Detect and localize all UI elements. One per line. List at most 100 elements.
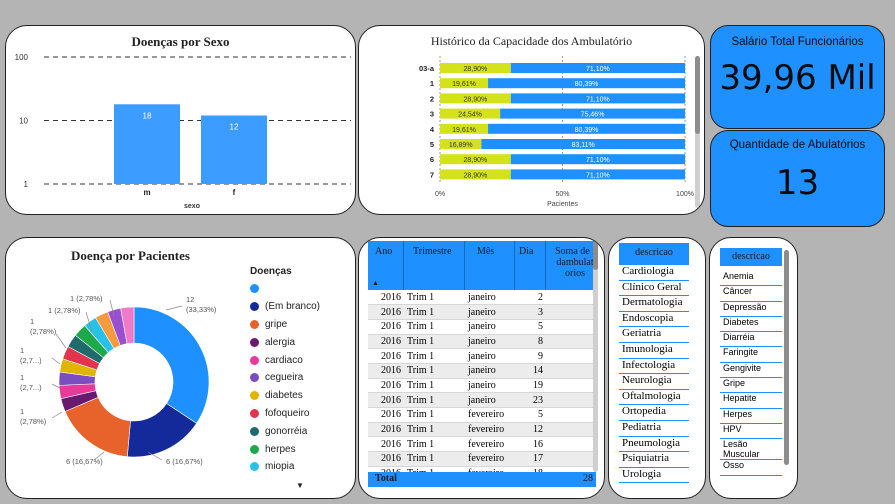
slice-label: 6 (16,67%) <box>166 457 203 466</box>
list-item[interactable]: Depressão <box>720 302 782 317</box>
list-item[interactable]: Gripe <box>720 378 782 394</box>
list-item[interactable]: Geriatria <box>619 327 689 343</box>
segment-label: 16,89% <box>449 142 473 149</box>
slice-label: 1 (2,78%) <box>48 306 81 315</box>
list-item[interactable]: Endoscopia <box>619 312 689 328</box>
table-row[interactable]: 2016 Trim 1 fevereiro 16 <box>368 436 596 453</box>
list-item[interactable]: Imunologia <box>619 343 689 359</box>
legend-item[interactable]: (Em branco) <box>250 298 350 316</box>
table-cell: janeiro <box>465 334 515 350</box>
legend-item[interactable]: miopia <box>250 458 350 476</box>
list-item[interactable]: Psiquiatria <box>619 452 689 468</box>
table-row[interactable]: 2016 Trim 1 janeiro 2 <box>368 290 596 306</box>
doencas-scrollbar-thumb[interactable] <box>784 250 789 465</box>
table-cell: janeiro <box>465 363 515 379</box>
list-item[interactable]: Pediatria <box>619 421 689 437</box>
leader-line <box>165 305 183 311</box>
doencas-list: Anemia Câncer Depressão Diabetes Diarréia Far… <box>720 271 782 476</box>
col-header-soma[interactable]: Soma de idambulatorios <box>554 246 596 290</box>
ambulatorios-table: 2016 Trim 1 janeiro 2 2016 Trim 1 janeiro 3 2016… <box>368 290 596 482</box>
list-item[interactable]: Oftalmologia <box>619 390 689 406</box>
legend-item[interactable] <box>250 280 350 298</box>
y-tick-label: 10 <box>19 117 28 126</box>
list-item[interactable]: Gengivite <box>720 363 782 379</box>
legend-item[interactable]: cegueira <box>250 369 350 387</box>
capacidade-scrollbar-thumb[interactable] <box>695 56 700 134</box>
y-category-label: 3 <box>430 110 434 119</box>
table-scrollbar-thumb[interactable] <box>593 242 598 270</box>
segment-label: 24,54% <box>458 112 482 119</box>
slice-label: (2,7...) <box>20 356 42 365</box>
table-row[interactable]: 2016 Trim 1 janeiro 19 <box>368 378 596 394</box>
list-item[interactable]: Infectologia <box>619 359 689 375</box>
list-item[interactable]: Urologia <box>619 468 689 484</box>
table-row[interactable]: 2016 Trim 1 janeiro 5 <box>368 319 596 335</box>
list-item[interactable]: HPV <box>720 424 782 440</box>
table-cell: janeiro <box>465 319 515 335</box>
table-row[interactable]: 2016 Trim 1 janeiro 14 <box>368 363 596 379</box>
donut-slice[interactable] <box>133 306 210 424</box>
kpi-salario-card: Salário Total Funcionários 39,96 Mil <box>710 25 885 129</box>
slice-label: 1 <box>20 407 24 416</box>
doencas-scrollbar[interactable] <box>784 250 789 465</box>
list-item[interactable]: Lesão Muscular <box>720 439 782 461</box>
table-row[interactable]: 2016 Trim 1 fevereiro 12 <box>368 422 596 438</box>
table-row[interactable]: 2016 Trim 1 janeiro 23 <box>368 392 596 408</box>
col-header-mes[interactable]: Mês <box>477 246 494 257</box>
pacientes-donut-svg: 12(33,33%)6 (16,67%)6 (16,67%)1(2,78%)1(… <box>20 294 217 466</box>
table-row[interactable]: 2016 Trim 1 fevereiro 5 <box>368 407 596 423</box>
legend-dot-icon <box>250 391 259 401</box>
legend-dot-icon <box>250 426 259 436</box>
slice-label: 6 (16,67%) <box>66 457 103 466</box>
legend-item[interactable]: cardiaco <box>250 351 350 369</box>
segment-label: 28,90% <box>464 157 488 164</box>
legend-item[interactable]: fofoqueiro <box>250 405 350 423</box>
capacidade-scrollbar[interactable] <box>695 56 700 208</box>
list-item[interactable]: Herpes <box>720 409 782 424</box>
list-item[interactable]: Anemia <box>720 271 782 287</box>
list-item[interactable]: Osso <box>720 460 782 476</box>
bar-value-label: 12 <box>230 122 239 131</box>
table-header-row: Ano ▲ Trimestre Mês Dia Soma de idambula… <box>368 241 596 290</box>
table-cell: 2016 <box>368 422 404 438</box>
list-item[interactable]: Cardiologia <box>619 265 689 281</box>
legend-item[interactable]: diabetes <box>250 387 350 405</box>
list-item[interactable]: Hepatite <box>720 393 782 409</box>
list-item[interactable]: Dermatologia <box>619 296 689 312</box>
kpi-qtd-label: Quantidade de Abulatórios <box>729 139 866 151</box>
col-header-dia[interactable]: Dia <box>519 246 533 257</box>
legend-item[interactable]: gonorréia <box>250 422 350 440</box>
segment-label: 19,61% <box>452 81 476 88</box>
list-item[interactable]: Diabetes <box>720 317 782 333</box>
list-item[interactable]: Faringite <box>720 347 782 363</box>
legend-item[interactable]: alergia <box>250 333 350 351</box>
list-item[interactable]: Ortopedia <box>619 405 689 421</box>
segment-label: 71,10% <box>586 172 610 179</box>
col-header-ano[interactable]: Ano <box>375 246 392 257</box>
y-category-label: 2 <box>430 94 434 103</box>
table-scrollbar[interactable] <box>593 242 598 472</box>
table-cell <box>546 304 596 320</box>
table-cell: Trim 1 <box>404 363 465 379</box>
sort-asc-icon[interactable]: ▲ <box>372 279 379 287</box>
list-item[interactable]: Diarréia <box>720 332 782 348</box>
list-item[interactable]: Neurologia <box>619 374 689 390</box>
legend-dot-icon <box>250 337 259 347</box>
segment-label: 71,10% <box>586 157 610 164</box>
table-cell: janeiro <box>465 378 515 394</box>
especialidades-list: Cardiologia Clínico Geral Dermatologia Endo… <box>619 265 689 484</box>
table-row[interactable]: 2016 Trim 1 janeiro 8 <box>368 334 596 350</box>
table-row[interactable]: 2016 Trim 1 janeiro 9 <box>368 348 596 364</box>
legend-scroll-down-icon[interactable]: ▼ <box>296 481 304 490</box>
x-axis-label: Pacientes <box>547 201 578 208</box>
list-item[interactable]: Clínico Geral <box>619 281 689 297</box>
list-item[interactable]: Câncer <box>720 286 782 302</box>
total-value: 28 <box>583 473 593 484</box>
legend-item[interactable]: herpes <box>250 440 350 458</box>
table-row[interactable]: 2016 Trim 1 janeiro 3 <box>368 304 596 320</box>
list-item[interactable]: Pneumologia <box>619 437 689 453</box>
col-header-trimestre[interactable]: Trimestre <box>413 246 452 257</box>
legend-item[interactable]: gripe <box>250 316 350 334</box>
table-row[interactable]: 2016 Trim 1 fevereiro 17 <box>368 451 596 467</box>
table-cell: Trim 1 <box>404 378 465 394</box>
